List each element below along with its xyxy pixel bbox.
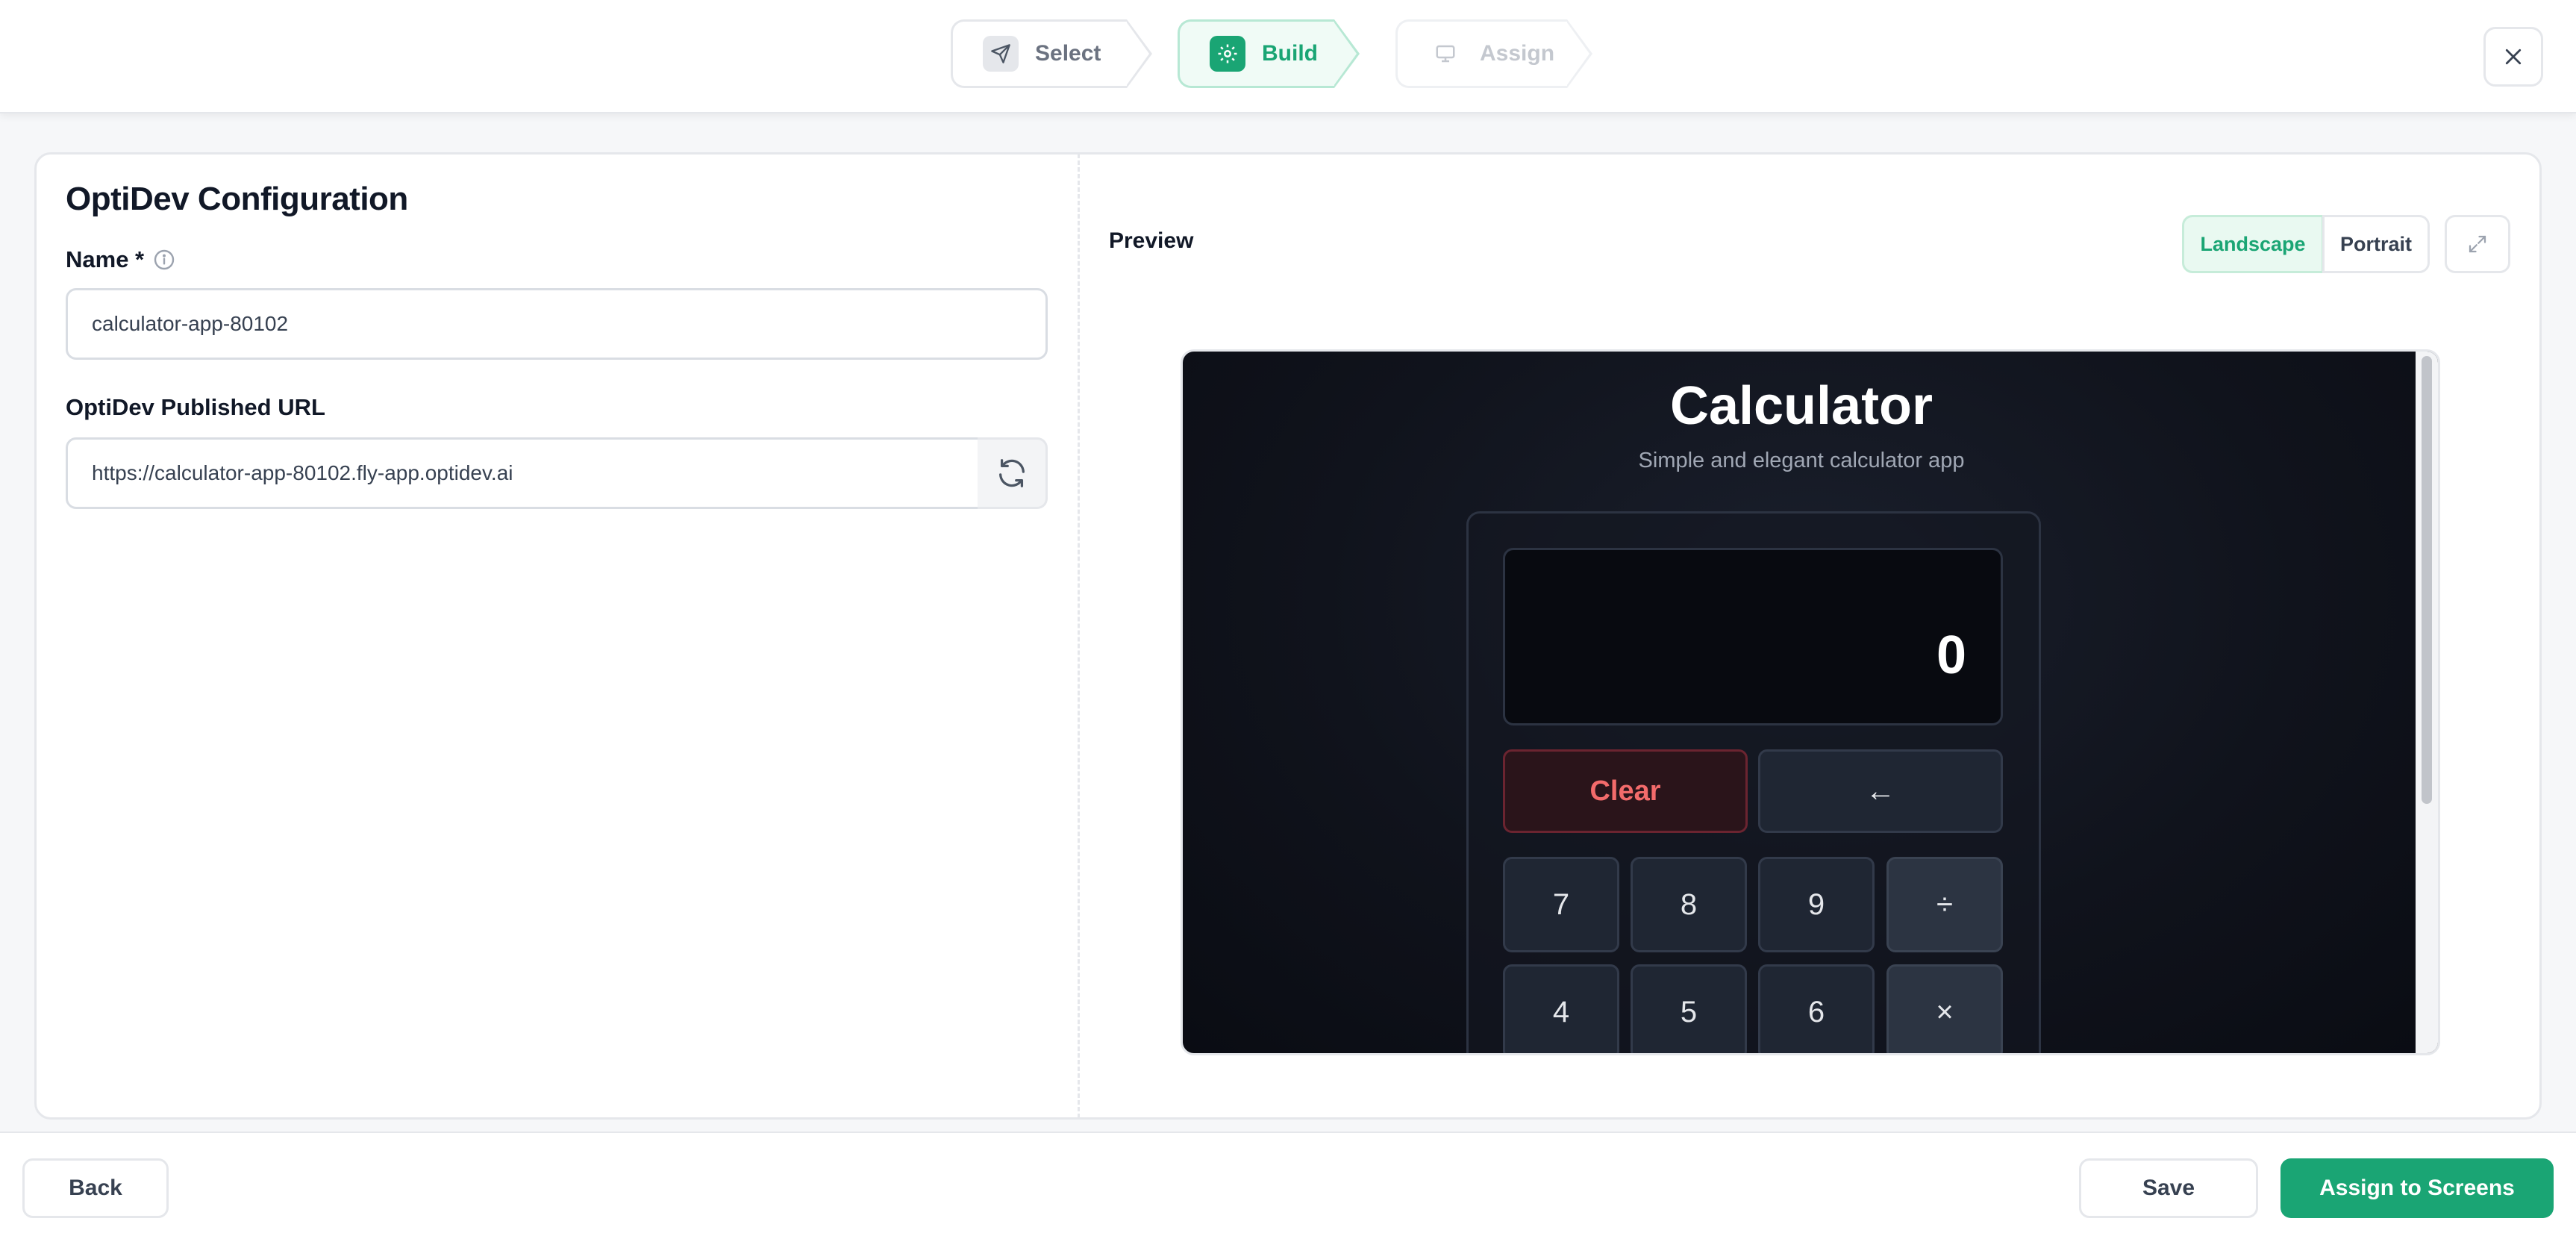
save-button[interactable]: Save — [2079, 1158, 2258, 1218]
display-value: 0 — [1936, 625, 1966, 685]
top-bar: Select Build Assign — [0, 0, 2576, 113]
key-9[interactable]: 9 — [1758, 857, 1875, 952]
calculator-display: 0 — [1503, 548, 2003, 725]
key-6[interactable]: 6 — [1758, 964, 1875, 1053]
step-assign-label: Assign — [1480, 41, 1555, 66]
refresh-icon — [998, 459, 1025, 487]
preview-title: Preview — [1109, 228, 1194, 253]
info-icon[interactable] — [152, 248, 176, 275]
close-button[interactable] — [2483, 27, 2543, 87]
page-title: OptiDev Configuration — [66, 181, 408, 217]
assign-to-screens-button[interactable]: Assign to Screens — [2280, 1158, 2554, 1218]
landscape-toggle[interactable]: Landscape — [2182, 215, 2324, 273]
step-build[interactable]: Build — [1178, 19, 1360, 88]
calculator-subtitle: Simple and elegant calculator app — [1638, 449, 1965, 472]
expand-icon — [2469, 235, 2486, 253]
close-icon — [2505, 49, 2522, 65]
portrait-toggle[interactable]: Portrait — [2322, 215, 2430, 273]
send-icon — [983, 36, 1019, 72]
step-build-label: Build — [1262, 41, 1318, 66]
key-divide[interactable]: ÷ — [1886, 857, 2003, 952]
gear-icon — [1210, 36, 1245, 72]
panel-divider — [1078, 154, 1080, 1118]
url-input[interactable]: https://calculator-app-80102.fly-app.opt… — [66, 437, 981, 509]
step-select[interactable]: Select — [951, 19, 1152, 88]
scrollbar-thumb[interactable] — [2422, 356, 2432, 804]
refresh-button[interactable] — [978, 437, 1048, 509]
monitor-icon — [1428, 36, 1463, 72]
preview-frame: Calculator Simple and elegant calculator… — [1181, 349, 2440, 1055]
key-5[interactable]: 5 — [1631, 964, 1747, 1053]
key-7[interactable]: 7 — [1503, 857, 1619, 952]
step-select-label: Select — [1035, 41, 1101, 66]
key-multiply[interactable]: × — [1886, 964, 2003, 1053]
expand-button[interactable] — [2445, 215, 2510, 273]
name-input[interactable]: calculator-app-80102 — [66, 288, 1048, 360]
key-8[interactable]: 8 — [1631, 857, 1747, 952]
key-4[interactable]: 4 — [1503, 964, 1619, 1053]
step-assign[interactable]: Assign — [1395, 19, 1592, 88]
clear-button[interactable]: Clear — [1503, 749, 1748, 833]
preview-scrollbar[interactable] — [2416, 352, 2438, 1053]
backspace-button[interactable]: ← — [1758, 749, 2003, 833]
calculator-body: 0 Clear ← 7 8 9 ÷ 4 5 6 × — [1466, 511, 2041, 1053]
back-button[interactable]: Back — [22, 1158, 169, 1218]
url-label: OptiDev Published URL — [66, 394, 325, 420]
calculator-title: Calculator — [1669, 376, 1933, 436]
name-label: Name * — [66, 246, 145, 272]
